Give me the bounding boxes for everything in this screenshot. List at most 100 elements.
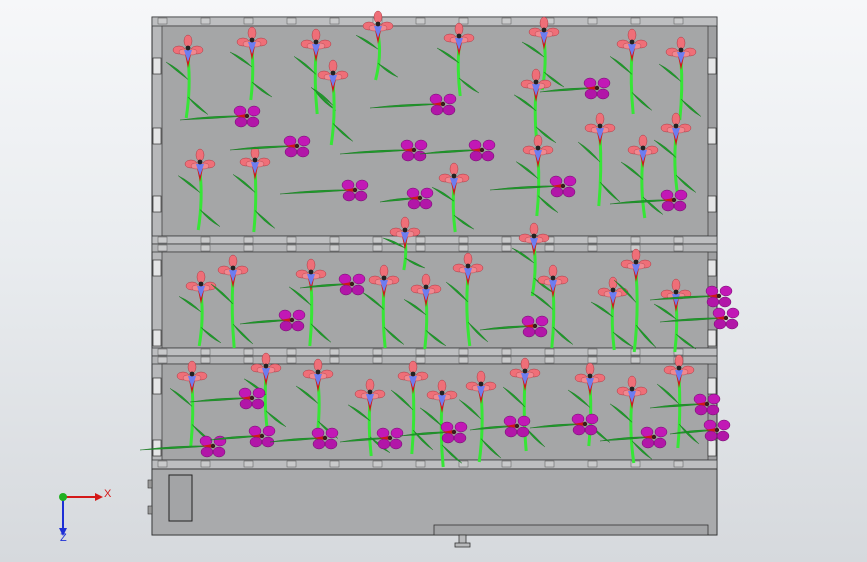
- flower-center: [714, 427, 720, 433]
- petal: [694, 404, 708, 416]
- petal: [596, 88, 610, 100]
- flower-center: [402, 227, 408, 233]
- x-arrow-icon: [95, 493, 103, 501]
- rivet: [501, 348, 512, 356]
- flower-center: [259, 433, 265, 439]
- petal: [534, 326, 548, 338]
- petal: [297, 135, 311, 147]
- base-flange: [433, 524, 709, 536]
- rivet: [200, 348, 211, 356]
- petal: [212, 446, 226, 458]
- rivet: [157, 356, 168, 364]
- flower-center: [294, 143, 300, 149]
- petal: [339, 284, 353, 296]
- petal: [608, 276, 618, 290]
- petal: [312, 438, 326, 450]
- rivet: [329, 236, 340, 244]
- side-pin-right: [707, 439, 717, 457]
- cad-viewport[interactable]: X Z: [0, 0, 867, 562]
- petal: [585, 413, 599, 425]
- petal: [183, 34, 193, 48]
- flower-center: [678, 47, 684, 53]
- petal: [469, 150, 483, 162]
- petal: [517, 415, 531, 427]
- flower-center: [198, 281, 204, 287]
- rivet: [673, 236, 684, 244]
- petal: [504, 426, 518, 438]
- side-pin-right: [707, 329, 717, 347]
- rivet: [157, 460, 168, 468]
- petal: [584, 424, 598, 436]
- rivet: [415, 356, 426, 364]
- petal: [597, 77, 611, 89]
- rivet: [286, 244, 297, 252]
- flower-center: [716, 293, 722, 299]
- flower-center: [651, 434, 657, 440]
- petal: [249, 436, 263, 448]
- petal: [352, 273, 366, 285]
- side-pin-left: [152, 195, 162, 213]
- rivet: [286, 236, 297, 244]
- petal: [671, 278, 681, 292]
- rivet: [286, 17, 297, 25]
- side-stub: [147, 479, 153, 489]
- rivet: [544, 460, 555, 468]
- rivet: [286, 356, 297, 364]
- flower-center: [289, 317, 295, 323]
- rivet: [501, 460, 512, 468]
- petal: [414, 139, 428, 151]
- petal: [443, 93, 457, 105]
- petal: [726, 307, 740, 319]
- axis-triad: X Z: [59, 488, 112, 544]
- flower-center: [676, 365, 682, 371]
- petal: [401, 150, 415, 162]
- petal: [313, 358, 323, 372]
- petal: [389, 438, 403, 450]
- flower-center: [451, 173, 457, 179]
- petal: [328, 59, 338, 73]
- flower-center: [456, 33, 462, 39]
- flower-center: [587, 373, 593, 379]
- petal: [296, 146, 310, 158]
- y-axis-dot: [59, 493, 67, 501]
- petal: [522, 326, 536, 338]
- petal: [442, 104, 456, 116]
- flower-center: [533, 79, 539, 85]
- petal: [419, 198, 433, 210]
- flower-center: [387, 435, 393, 441]
- z-axis-label: Z: [60, 532, 67, 544]
- rivet: [458, 236, 469, 244]
- petal: [246, 116, 260, 128]
- flower-center: [352, 187, 358, 193]
- petal: [563, 175, 577, 187]
- flower-center: [532, 323, 538, 329]
- petal: [453, 432, 467, 444]
- flower-center: [541, 27, 547, 33]
- flower-center: [367, 389, 373, 395]
- petal: [213, 435, 227, 447]
- flower-center: [535, 145, 541, 151]
- side-pin-right: [707, 377, 717, 395]
- petal: [379, 264, 389, 278]
- flower-center: [244, 113, 250, 119]
- flower-center: [704, 401, 710, 407]
- flower-center: [423, 284, 429, 290]
- flower-center: [330, 70, 336, 76]
- petal: [713, 318, 727, 330]
- flower-center: [210, 443, 216, 449]
- flower-center: [439, 390, 445, 396]
- petal: [673, 200, 687, 212]
- flower-center: [349, 281, 355, 287]
- flower-center: [249, 395, 255, 401]
- rivet: [587, 356, 598, 364]
- drain-foot: [454, 542, 471, 548]
- petal: [548, 264, 558, 278]
- petal: [454, 22, 464, 36]
- petal: [671, 112, 681, 126]
- petal: [550, 186, 564, 198]
- petal: [247, 26, 257, 40]
- petal: [413, 150, 427, 162]
- petal: [284, 146, 298, 158]
- petal: [234, 116, 248, 128]
- petal: [531, 68, 541, 82]
